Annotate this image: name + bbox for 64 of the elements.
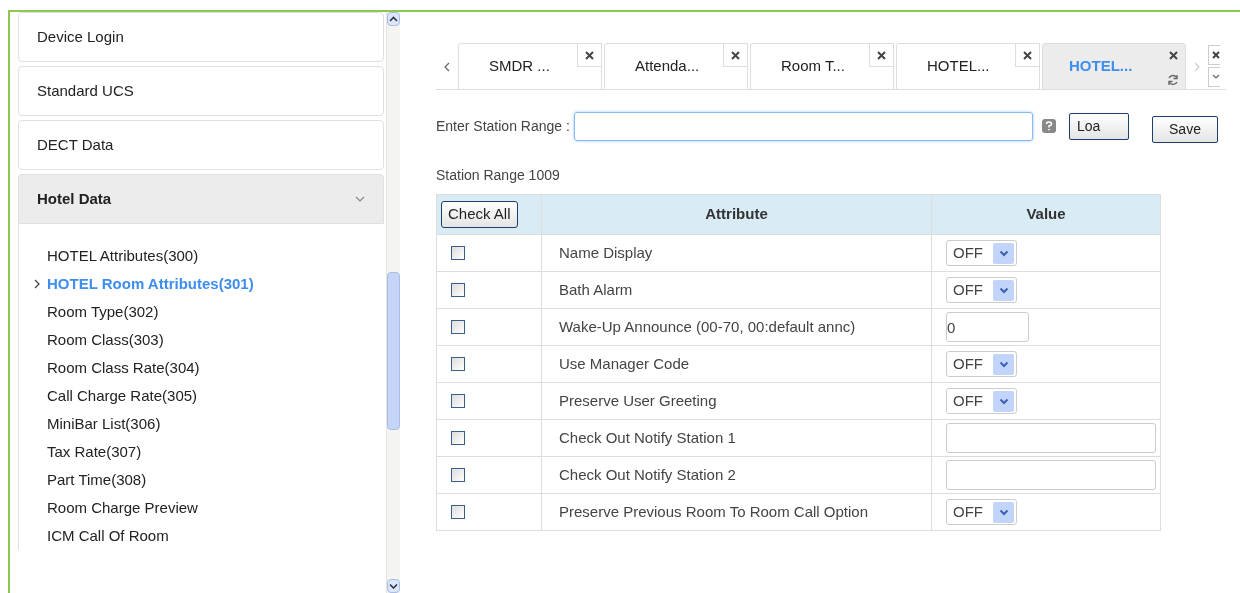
column-header: Attribute <box>541 194 932 235</box>
table-cell: Preserve Previous Room To Room Call Option <box>541 493 932 531</box>
field-label: Enter Station Range : <box>436 116 570 136</box>
accordion-header[interactable]: DECT Data <box>18 120 384 170</box>
chevron-right-icon <box>34 279 40 289</box>
dropdown[interactable]: OFF <box>946 388 1017 414</box>
input-field[interactable] <box>946 460 1156 490</box>
table-cell: Name Display <box>541 234 932 272</box>
input-field[interactable] <box>946 423 1156 453</box>
table-cell: Wake-Up Announce (00-70, 00:default annc) <box>541 308 932 346</box>
close-icon[interactable] <box>869 43 894 67</box>
accordion-header[interactable]: Standard UCS <box>18 66 384 116</box>
checkbox[interactable] <box>451 357 465 371</box>
dropdown-icon[interactable] <box>1208 67 1220 87</box>
tab[interactable]: SMDR ... <box>458 43 602 90</box>
input-field[interactable]: 0 <box>946 312 1029 342</box>
load-button[interactable]: Loa <box>1068 112 1129 140</box>
scroll-up-icon[interactable] <box>387 12 400 26</box>
save-button[interactable]: Save <box>1152 116 1218 143</box>
tab[interactable]: HOTEL... <box>896 43 1040 90</box>
scrollbar[interactable] <box>386 12 400 593</box>
accordion-header[interactable]: Device Login <box>18 12 384 62</box>
column-header: Value <box>931 194 1161 235</box>
check-all-button[interactable]: Check All <box>441 201 518 228</box>
dropdown[interactable]: OFF <box>946 351 1017 377</box>
checkbox[interactable] <box>451 320 465 334</box>
close-icon[interactable] <box>1208 45 1220 65</box>
menu-item[interactable]: Tax Rate(307) <box>47 440 142 464</box>
close-icon[interactable] <box>577 43 602 67</box>
tab[interactable]: Room T... <box>750 43 894 90</box>
table-cell: Check Out Notify Station 2 <box>541 456 932 494</box>
checkbox[interactable] <box>451 431 465 445</box>
checkbox[interactable] <box>451 246 465 260</box>
menu-item[interactable]: ICM Call Of Room <box>47 524 169 548</box>
tab[interactable]: Attenda... <box>604 43 748 90</box>
table-cell: Check Out Notify Station 1 <box>541 419 932 457</box>
station-range-caption: Station Range 1009 <box>436 166 561 185</box>
scroll-thumb[interactable] <box>387 272 400 430</box>
menu-item[interactable]: Room Class(303) <box>47 328 164 352</box>
dropdown[interactable]: OFF <box>946 240 1017 266</box>
checkbox[interactable] <box>451 505 465 519</box>
menu-item[interactable]: MiniBar List(306) <box>47 412 161 436</box>
station-range-field[interactable] <box>573 111 1033 141</box>
menu-item[interactable]: Room Class Rate(304) <box>47 356 200 380</box>
table-cell: Preserve User Greeting <box>541 382 932 420</box>
close-icon[interactable] <box>1015 43 1040 67</box>
menu-item[interactable]: Part Time(308) <box>47 468 147 492</box>
menu-item[interactable]: HOTEL Attributes(300) <box>47 244 199 268</box>
help-icon[interactable] <box>1041 119 1056 133</box>
checkbox[interactable] <box>451 468 465 482</box>
accordion-header[interactable]: Hotel Data <box>18 174 384 224</box>
menu-item[interactable]: Room Type(302) <box>47 300 159 324</box>
table-cell: Bath Alarm <box>541 271 932 309</box>
scroll-down-icon[interactable] <box>387 579 400 593</box>
menu-item[interactable]: Room Charge Preview <box>47 496 198 520</box>
checkbox[interactable] <box>451 394 465 408</box>
checkbox[interactable] <box>451 283 465 297</box>
dropdown[interactable]: OFF <box>946 277 1017 303</box>
menu-item[interactable]: Call Charge Rate(305) <box>47 384 198 408</box>
close-icon[interactable] <box>723 43 748 67</box>
refresh-icon[interactable] <box>1166 73 1180 87</box>
dropdown[interactable]: OFF <box>946 499 1017 525</box>
chevron-down-icon <box>355 196 365 202</box>
table-cell: Use Manager Code <box>541 345 932 383</box>
